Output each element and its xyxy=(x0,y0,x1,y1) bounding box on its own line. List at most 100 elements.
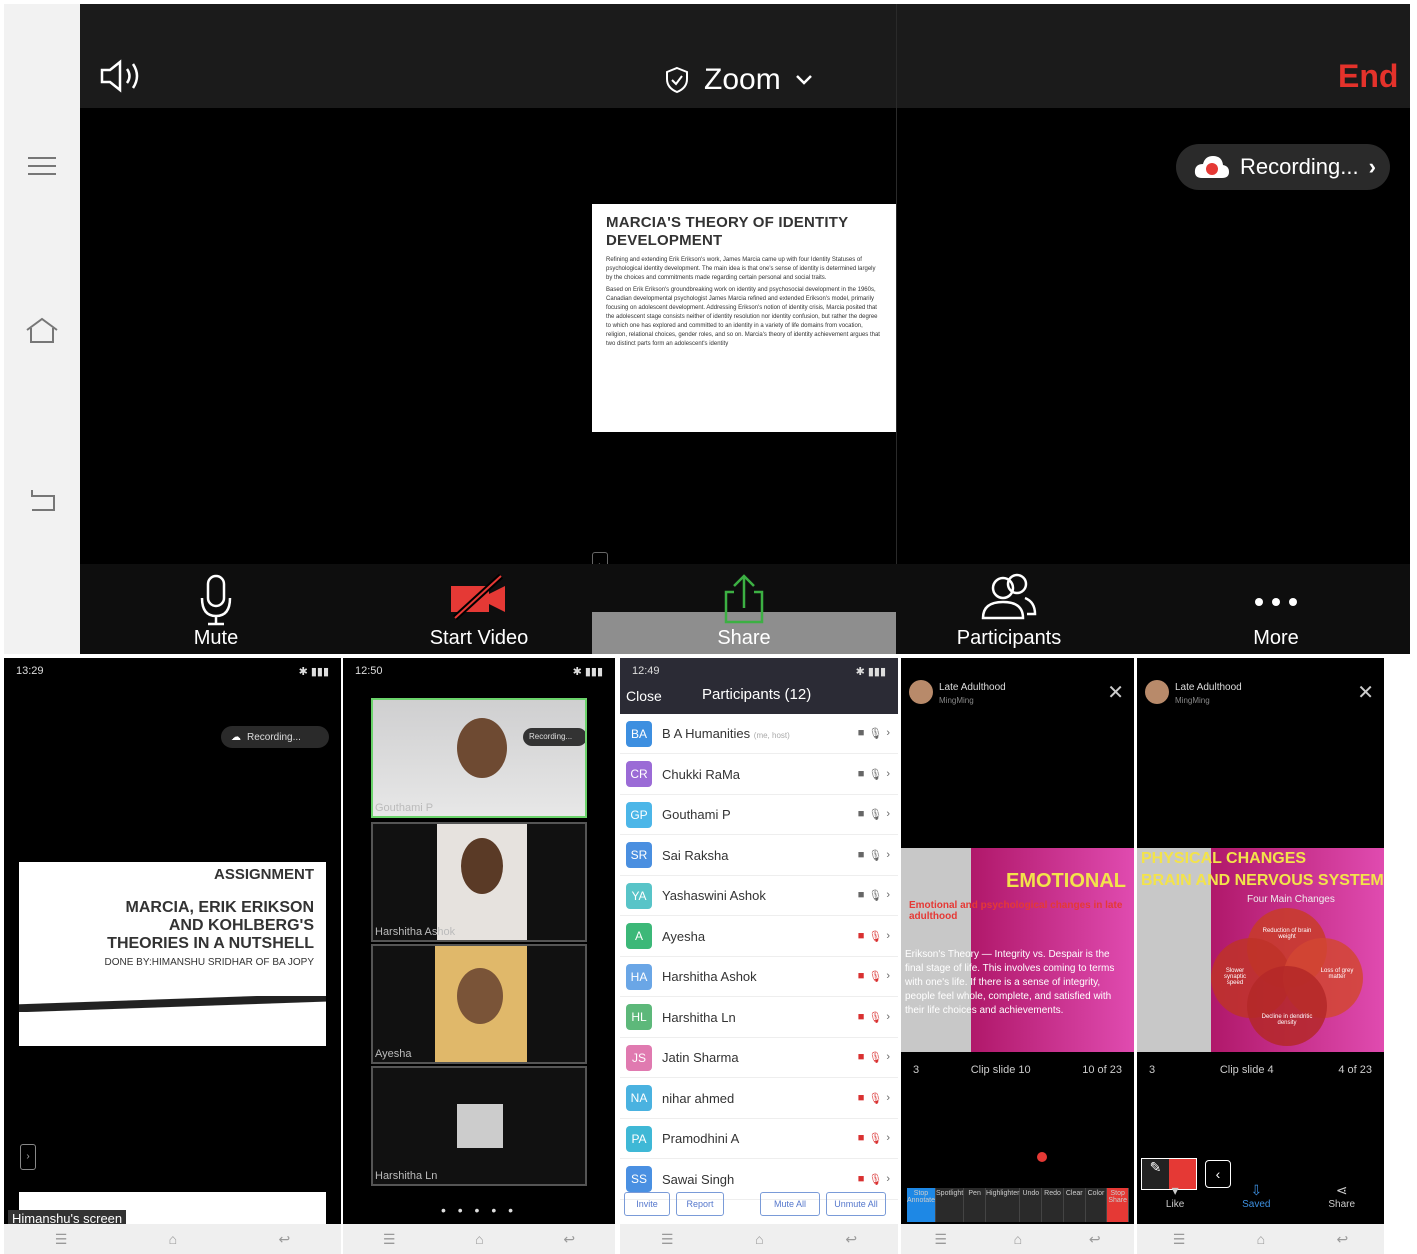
participant-row[interactable]: YA Yashaswini Ashok ■ 🎙 › xyxy=(620,876,898,916)
saved-button[interactable]: ⇩ Saved xyxy=(1242,1182,1270,1222)
back-icon[interactable]: ↩ xyxy=(279,1231,291,1248)
recording-indicator: Recording... xyxy=(523,728,585,746)
avatar xyxy=(1145,680,1169,704)
participant-name-text: nihar ahmed xyxy=(662,1090,735,1106)
participant-avatar: NA xyxy=(626,1085,652,1111)
close-button[interactable]: Close xyxy=(626,688,662,704)
participant-name-text: Ayesha xyxy=(662,928,706,944)
participant-row[interactable]: GP Gouthami P ■ 🎙 › xyxy=(620,795,898,835)
android-nav-bar: ☰ ⌂ ↩ xyxy=(343,1224,615,1254)
participant-row[interactable]: BA B A Humanities (me, host) ■ 🎙 › xyxy=(620,714,898,754)
mute-all-button[interactable]: Mute All xyxy=(760,1192,820,1216)
participants-button[interactable]: Participants xyxy=(876,564,1142,654)
slide-heading: THEORIES IN A NUTSHELL xyxy=(107,935,314,952)
more-dots-icon xyxy=(1255,598,1297,606)
participant-name: Chukki RaMa xyxy=(662,767,838,782)
share-button[interactable]: Share xyxy=(592,564,896,654)
video-tile[interactable]: Harshitha Ln xyxy=(371,1066,587,1186)
participant-name-text: Sai Raksha xyxy=(662,847,729,863)
home-icon[interactable]: ⌂ xyxy=(475,1231,483,1247)
meeting-title-dropdown[interactable]: Zoom xyxy=(664,60,813,100)
close-icon[interactable]: ✕ xyxy=(1357,680,1374,705)
color-tool[interactable]: Color xyxy=(1086,1188,1108,1222)
participant-name-text: Jatin Sharma xyxy=(662,1050,739,1065)
meeting-title: Zoom xyxy=(704,63,781,96)
participant-status-icons: ■ 🎙 › xyxy=(838,930,898,943)
highlighter-tool[interactable]: Highlighter xyxy=(986,1188,1021,1222)
share-button[interactable]: ⋖ Share xyxy=(1328,1182,1355,1222)
collapse-panel-handle[interactable]: › xyxy=(20,1144,36,1170)
home-icon[interactable]: ⌂ xyxy=(1014,1231,1022,1247)
recording-indicator[interactable]: Recording... › xyxy=(1176,144,1390,190)
menu-icon[interactable]: ☰ xyxy=(661,1231,674,1248)
participant-row[interactable]: JS Jatin Sharma ■ 🎙 › xyxy=(620,1038,898,1078)
video-icon: ■ xyxy=(857,808,865,820)
clip-slide-button[interactable]: Clip slide 4 xyxy=(1220,1064,1274,1076)
recording-indicator[interactable]: ☁ Recording... xyxy=(221,726,329,748)
avatar-placeholder-icon xyxy=(457,1104,503,1148)
undo-tool[interactable]: Undo xyxy=(1020,1188,1043,1222)
video-tile[interactable]: Recording... Gouthami P xyxy=(371,698,587,818)
back-icon[interactable]: ↩ xyxy=(563,1231,575,1248)
menu-icon[interactable]: ☰ xyxy=(934,1231,947,1248)
slide-controls: 3 Clip slide 10 10 of 23 xyxy=(901,1064,1134,1076)
participant-avatar: JS xyxy=(626,1044,652,1071)
pen-tool[interactable]: Pen xyxy=(964,1188,986,1222)
clip-slide-button[interactable]: Clip slide 10 xyxy=(971,1064,1031,1076)
back-icon[interactable]: ↩ xyxy=(845,1231,857,1248)
cloud-record-icon: ☁ xyxy=(231,731,241,743)
menu-icon[interactable]: ☰ xyxy=(1173,1231,1186,1248)
cloud-record-icon xyxy=(1194,156,1229,178)
home-icon[interactable]: ⌂ xyxy=(755,1231,763,1247)
android-side-nav xyxy=(4,4,80,654)
microphone-off-icon: 🎙 xyxy=(868,1011,883,1024)
stop-share-tool[interactable]: Stop Share xyxy=(1107,1188,1130,1222)
participant-name: Jatin Sharma xyxy=(662,1050,838,1065)
speaker-icon[interactable] xyxy=(98,56,144,96)
android-nav-bar: ☰ ⌂ ↩ xyxy=(1137,1224,1384,1254)
spotlight-tool[interactable]: Spotlight xyxy=(936,1188,965,1222)
participant-row[interactable]: CR Chukki RaMa ■ 🎙 › xyxy=(620,755,898,795)
unmute-all-button[interactable]: Unmute All xyxy=(826,1192,886,1216)
status-bar: 12:49 ✱ ▮▮▮ xyxy=(620,658,898,684)
menu-icon[interactable]: ☰ xyxy=(55,1231,68,1248)
slide-controls: 3 Clip slide 4 4 of 23 xyxy=(1137,1064,1384,1076)
report-button[interactable]: Report xyxy=(676,1192,724,1216)
close-icon[interactable]: ✕ xyxy=(1107,680,1124,705)
home-icon[interactable]: ⌂ xyxy=(169,1231,177,1247)
more-button[interactable]: More xyxy=(1142,564,1410,654)
stop-annotate-tool[interactable]: Stop Annotate xyxy=(907,1188,937,1222)
participants-title: Participants (12) xyxy=(702,686,812,703)
more-label: More xyxy=(1253,627,1299,649)
participant-status-icons: ■ 🎙 › xyxy=(838,768,898,781)
video-tile[interactable]: Ayesha xyxy=(371,944,587,1064)
invite-button[interactable]: Invite xyxy=(624,1192,670,1216)
participant-row[interactable]: A Ayesha ■ 🎙 › xyxy=(620,917,898,957)
end-meeting-button[interactable]: End xyxy=(1338,58,1398,95)
participant-avatar: YA xyxy=(626,882,652,909)
redo-tool[interactable]: Redo xyxy=(1042,1188,1064,1222)
video-off-icon: ■ xyxy=(857,1051,865,1063)
participant-row[interactable]: NA nihar ahmed ■ 🎙 › xyxy=(620,1079,898,1119)
back-icon[interactable]: ↩ xyxy=(1337,1231,1349,1248)
slide-header: Late Adulthood MingMing ✕ xyxy=(1137,676,1384,712)
participant-row[interactable]: HA Harshitha Ashok ■ 🎙 › xyxy=(620,957,898,997)
chevron-down-icon xyxy=(795,75,812,85)
participant-row[interactable]: PA Pramodhini A ■ 🎙 › xyxy=(620,1119,898,1159)
mute-button[interactable]: Mute xyxy=(80,564,352,654)
participant-avatar: GP xyxy=(626,801,652,828)
back-icon[interactable]: ↩ xyxy=(1089,1231,1101,1248)
back-icon[interactable] xyxy=(22,480,62,520)
home-icon[interactable]: ⌂ xyxy=(1257,1231,1265,1247)
menu-icon[interactable] xyxy=(22,146,62,186)
clear-tool[interactable]: Clear xyxy=(1064,1188,1086,1222)
participant-row[interactable]: SR Sai Raksha ■ 🎙 › xyxy=(620,836,898,876)
like-button[interactable]: ▾ Like xyxy=(1166,1182,1184,1222)
home-icon[interactable] xyxy=(22,310,62,350)
start-video-button[interactable]: Start Video xyxy=(346,564,612,654)
video-off-icon: ■ xyxy=(857,1172,865,1185)
participant-row[interactable]: HL Harshitha Ln ■ 🎙 › xyxy=(620,998,898,1038)
menu-icon[interactable]: ☰ xyxy=(383,1231,396,1248)
video-tile[interactable]: Harshitha Ashok xyxy=(371,822,587,942)
page-indicator[interactable]: • • • • • xyxy=(343,1202,615,1218)
